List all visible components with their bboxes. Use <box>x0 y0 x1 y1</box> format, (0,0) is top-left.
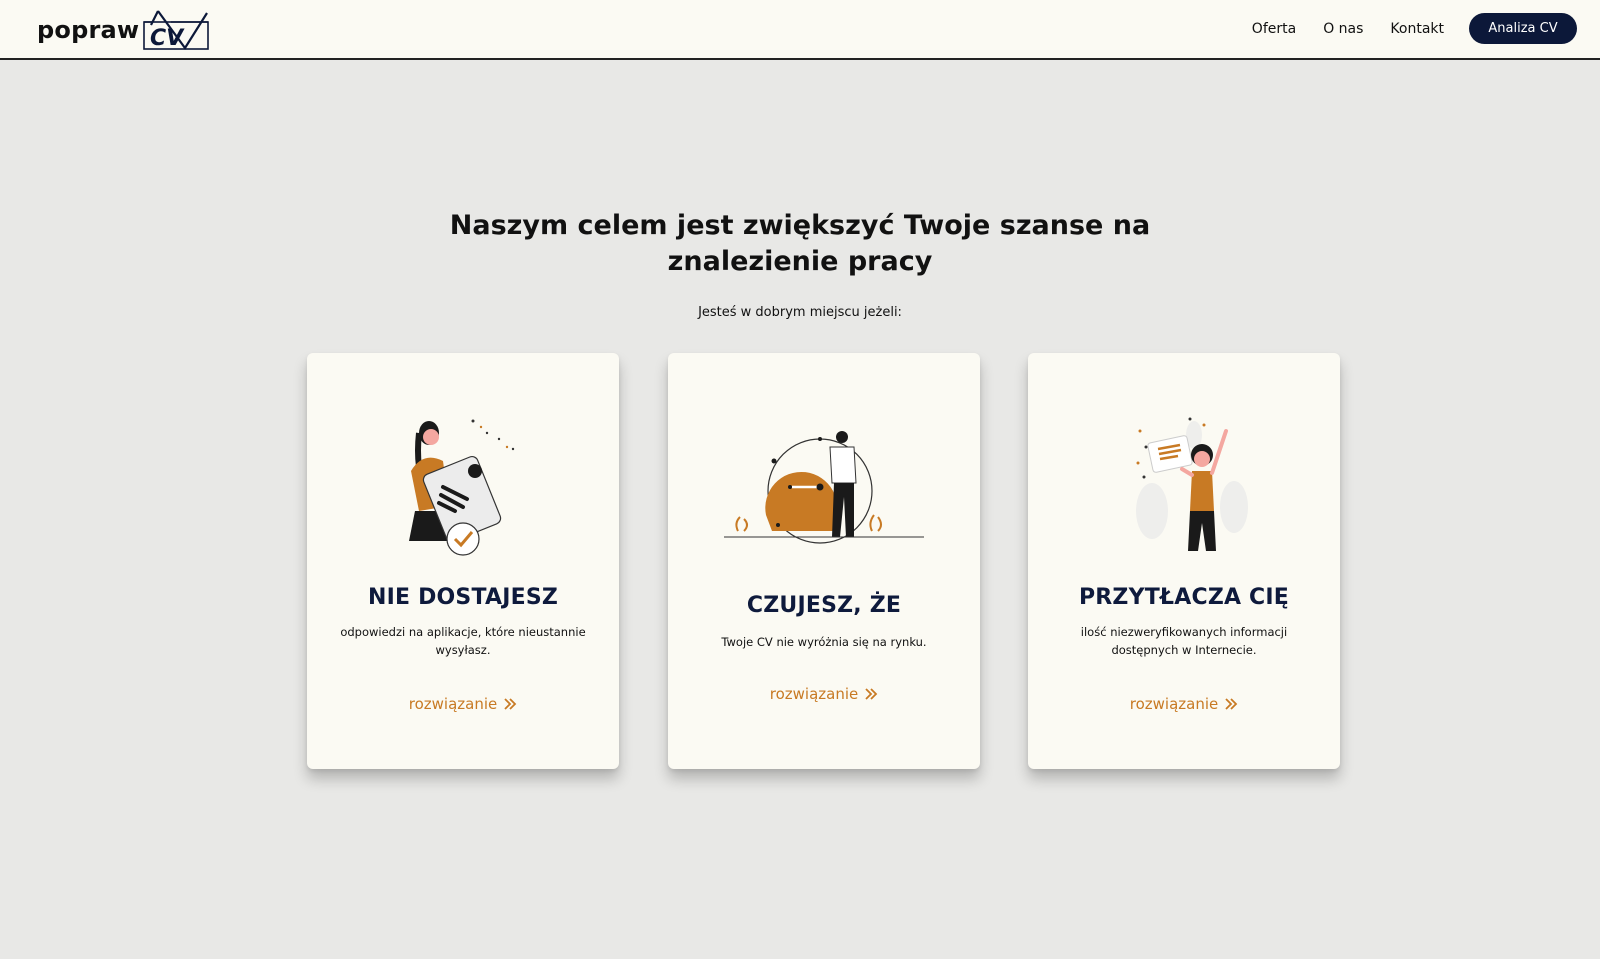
card-solution-link[interactable]: rozwiązanie <box>307 695 619 713</box>
logo[interactable]: popraw CV <box>37 5 211 55</box>
section-subtitle: Jesteś w dobrym miejscu jeżeli: <box>698 305 902 320</box>
logo-mark-text: CV <box>150 26 185 51</box>
card-link-label: rozwiązanie <box>769 685 859 703</box>
card-title: PRZYTŁACZA CIĘ <box>1078 585 1290 610</box>
card-link-label: rozwiązanie <box>408 695 498 713</box>
analiza-cv-button[interactable]: Analiza CV <box>1469 13 1577 44</box>
card-solution-link[interactable]: rozwiązanie <box>1028 695 1340 713</box>
card-title: CZUJESZ, ŻE <box>746 593 902 618</box>
card-link-label: rozwiązanie <box>1129 695 1219 713</box>
section-heading: Naszym celem jest zwiększyć Twoje szanse… <box>430 208 1170 280</box>
heading-line-2: znalezienie pracy <box>667 246 933 277</box>
cv-checkmark-logo-icon: CV <box>143 10 210 51</box>
heading-line-1: Naszym celem jest zwiększyć Twoje szanse… <box>449 210 1151 241</box>
problem-card-3: PRZYTŁACZA CIĘ ilość niezweryfikowanych … <box>1028 353 1340 769</box>
problem-card-1: NIE DOSTAJESZ odpowiedzi na aplikacje, k… <box>307 353 619 769</box>
card-solution-link[interactable]: rozwiązanie <box>668 685 980 703</box>
card-title: NIE DOSTAJESZ <box>367 585 559 610</box>
logo-text: popraw <box>37 16 140 44</box>
chevron-double-right-icon <box>865 688 878 700</box>
man-with-clock-illustration-icon <box>724 431 924 544</box>
problem-card-2: CZUJESZ, ŻE Twoje CV nie wyróżnia się na… <box>668 353 980 769</box>
nav-link-kontakt[interactable]: Kontakt <box>1390 19 1444 39</box>
woman-with-information-illustration-icon <box>1136 417 1248 551</box>
nav-link-o-nas[interactable]: O nas <box>1323 19 1363 39</box>
chevron-double-right-icon <box>1225 698 1238 710</box>
woman-with-document-illustration-icon <box>409 419 515 556</box>
top-navigation-bar: popraw CV Oferta O nas Kontakt Analiza C… <box>0 0 1600 60</box>
card-text: Twoje CV nie wyróżnia się na rynku. <box>721 635 927 649</box>
nav-link-oferta[interactable]: Oferta <box>1252 19 1296 39</box>
chevron-double-right-icon <box>504 698 517 710</box>
main-nav: Oferta O nas Kontakt <box>1225 19 1444 39</box>
card-text: ilość niezweryfikowanych informacji dost… <box>1080 625 1288 657</box>
card-text: odpowiedzi na aplikacje, które nieustann… <box>340 625 586 657</box>
